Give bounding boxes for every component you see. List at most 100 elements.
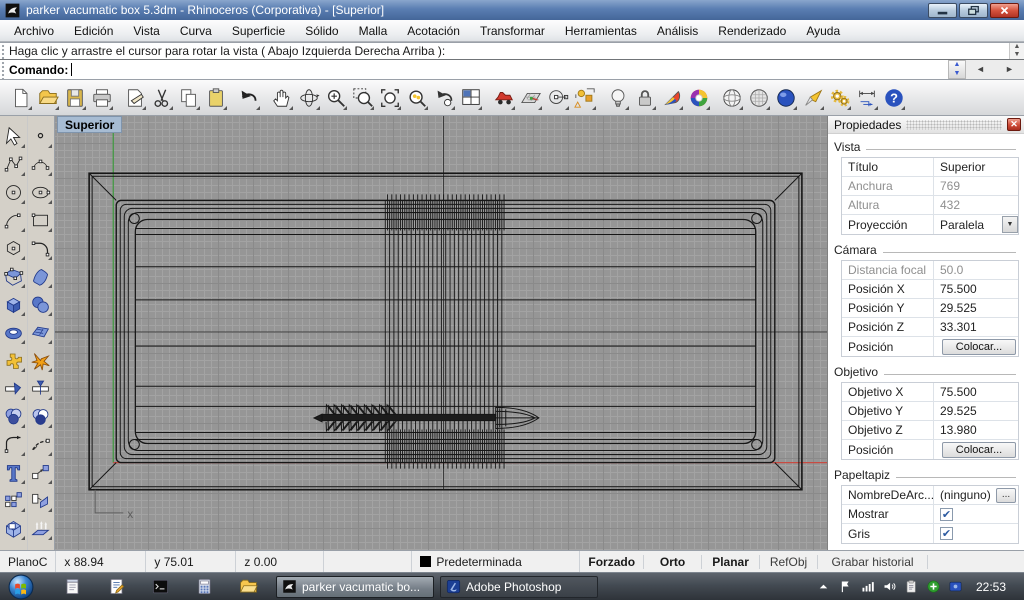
- toolbar-lamp-button[interactable]: [604, 84, 631, 112]
- command-input-row[interactable]: Comando: ▲ ▼ ◄ ►: [0, 60, 1024, 80]
- tool-interpolate-curve-button[interactable]: [27, 150, 54, 178]
- toolbar-options-gears-button[interactable]: [826, 84, 853, 112]
- menu-vista[interactable]: Vista: [123, 21, 169, 41]
- toolbar-undo-view-button[interactable]: [430, 84, 457, 112]
- status-toggle-refobj[interactable]: RefObj: [760, 555, 818, 569]
- tool-extend-button[interactable]: [27, 430, 54, 458]
- quicklaunch-notepad-button[interactable]: [50, 575, 94, 599]
- status-toggle-planar[interactable]: Planar: [702, 555, 760, 569]
- tool-polygon-button[interactable]: [0, 234, 27, 262]
- menu-ayuda[interactable]: Ayuda: [796, 21, 850, 41]
- tool-arc-button[interactable]: [0, 206, 27, 234]
- tool-solid-torus-button[interactable]: [0, 318, 27, 346]
- toolbar-viewport-layout-button[interactable]: [457, 84, 484, 112]
- menu-curva[interactable]: Curva: [170, 21, 222, 41]
- command-hscroll[interactable]: ◄ ►: [966, 60, 1024, 79]
- prop-value[interactable]: Superior: [940, 160, 985, 174]
- quicklaunch-calculator-button[interactable]: [182, 575, 226, 599]
- toolbar-pan-button[interactable]: [268, 84, 295, 112]
- tool-explode-button[interactable]: [27, 346, 54, 374]
- scroll-down-icon[interactable]: ▼: [1010, 51, 1024, 59]
- scroll-right-icon[interactable]: ►: [995, 60, 1024, 79]
- tool-trim-button[interactable]: [0, 374, 27, 402]
- viewport-superior[interactable]: Superior: [55, 116, 827, 550]
- tool-solid-box-button[interactable]: [0, 290, 27, 318]
- tool-surface-curved-button[interactable]: [27, 262, 54, 290]
- tool-move-button[interactable]: [27, 458, 54, 486]
- tool-select-arrow-button[interactable]: [0, 122, 27, 150]
- toolbar-print-button[interactable]: [88, 84, 115, 112]
- menu-edicin[interactable]: Edición: [64, 21, 123, 41]
- spinner-up-icon[interactable]: ▲: [949, 61, 965, 70]
- tool-circle-button[interactable]: [0, 178, 27, 206]
- menu-slido[interactable]: Sólido: [295, 21, 348, 41]
- toolbar-cut-button[interactable]: [148, 84, 175, 112]
- toolbar-save-button[interactable]: [61, 84, 88, 112]
- toolbar-zoom-selected-button[interactable]: [403, 84, 430, 112]
- tool-split-button[interactable]: [27, 374, 54, 402]
- scroll-up-icon[interactable]: ▲: [1010, 43, 1024, 51]
- quicklaunch-cmd-prompt-button[interactable]: [138, 575, 182, 599]
- minimize-button[interactable]: [928, 3, 957, 18]
- toolbar-zoom-extents-button[interactable]: [376, 84, 403, 112]
- quicklaunch-explorer-button[interactable]: [226, 575, 270, 599]
- toolbar-move-car-button[interactable]: [490, 84, 517, 112]
- properties-close-icon[interactable]: ✕: [1007, 118, 1021, 131]
- toolbar-undo-button[interactable]: [235, 84, 262, 112]
- tray-antivirus[interactable]: [926, 579, 941, 594]
- properties-header[interactable]: Propiedades ✕: [828, 116, 1024, 134]
- spinner-down-icon[interactable]: ▼: [949, 70, 965, 79]
- title-bar[interactable]: parker vacumatic box 5.3dm - Rhinoceros …: [0, 0, 1024, 20]
- tool-join-puzzle-button[interactable]: [0, 346, 27, 374]
- mostrar-checkbox[interactable]: ✔: [940, 508, 953, 521]
- status-toggle-grabarhistorial[interactable]: Grabar historial: [818, 555, 928, 569]
- prop-value[interactable]: 13.980: [940, 423, 977, 437]
- tray-tray-expand[interactable]: [816, 579, 831, 594]
- toolbar-flamingo-render-button[interactable]: [658, 84, 685, 112]
- toolbar-wireframe-sphere-button[interactable]: [718, 84, 745, 112]
- toolbar-export-sign-button[interactable]: [121, 84, 148, 112]
- tool-boolean-difference-button[interactable]: [27, 402, 54, 430]
- tray-network-signal[interactable]: [860, 579, 875, 594]
- tool-patch-button[interactable]: [27, 318, 54, 346]
- tool-array-button[interactable]: [0, 486, 27, 514]
- prop-value[interactable]: 33.301: [940, 320, 977, 334]
- menu-acotacin[interactable]: Acotación: [397, 21, 470, 41]
- tool-solid-spheres-button[interactable]: [27, 290, 54, 318]
- toolbar-render-sphere-button[interactable]: [772, 84, 799, 112]
- taskbar-clock[interactable]: 22:53: [976, 580, 1006, 594]
- toolbar-lock-button[interactable]: [631, 84, 658, 112]
- tray-action-center-flag[interactable]: [838, 579, 853, 594]
- tool-solid-union-button[interactable]: [0, 514, 27, 542]
- toolbar-cplane-button[interactable]: [517, 84, 544, 112]
- status-toggle-orto[interactable]: Orto: [644, 555, 702, 569]
- tool-ellipse-button[interactable]: [27, 178, 54, 206]
- menu-archivo[interactable]: Archivo: [4, 21, 64, 41]
- prop-value[interactable]: 75.500: [940, 282, 977, 296]
- colocar-button[interactable]: Colocar...: [942, 339, 1016, 355]
- toolbar-new-document-button[interactable]: [7, 84, 34, 112]
- toolbar-paste-button[interactable]: [202, 84, 229, 112]
- tool-boolean-union-button[interactable]: [0, 402, 27, 430]
- menu-transformar[interactable]: Transformar: [470, 21, 555, 41]
- close-button[interactable]: [990, 3, 1019, 18]
- toolbar-color-wheel-button[interactable]: [685, 84, 712, 112]
- taskbar-task-rhino[interactable]: parker vacumatic bo...: [276, 576, 434, 598]
- projection-dropdown-icon[interactable]: ▼: [1002, 216, 1018, 233]
- gris-checkbox[interactable]: ✔: [940, 527, 953, 540]
- viewport-title[interactable]: Superior: [57, 116, 122, 133]
- tool-surface-points-button[interactable]: [0, 262, 27, 290]
- toolbar-spotlight-button[interactable]: [799, 84, 826, 112]
- tool-orient-button[interactable]: [27, 486, 54, 514]
- prop-value[interactable]: 29.525: [940, 301, 977, 315]
- menu-superficie[interactable]: Superficie: [222, 21, 295, 41]
- command-spinner[interactable]: ▲ ▼: [948, 60, 966, 79]
- colocar-button[interactable]: Colocar...: [942, 442, 1016, 458]
- menu-malla[interactable]: Malla: [349, 21, 398, 41]
- toolbar-zoom-in-button[interactable]: [322, 84, 349, 112]
- toolbar-open-file-button[interactable]: [34, 84, 61, 112]
- toolbar-rotate-view-button[interactable]: [295, 84, 322, 112]
- tool-control-point-curve-button[interactable]: [0, 150, 27, 178]
- toolbar-osnap-button[interactable]: [544, 84, 571, 112]
- toolbar-ghosted-sphere-button[interactable]: [745, 84, 772, 112]
